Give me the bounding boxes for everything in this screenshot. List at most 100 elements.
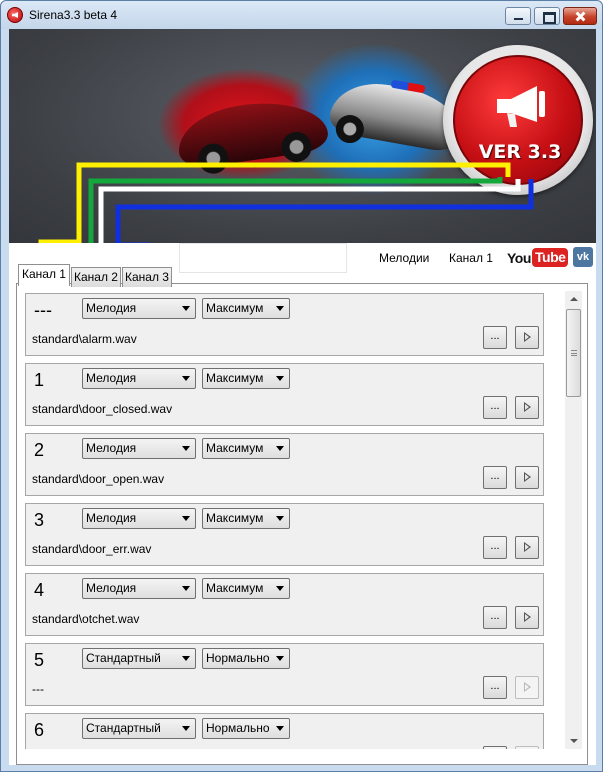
browse-button[interactable]: ... [483, 536, 507, 559]
browse-button[interactable]: ... [483, 676, 507, 699]
volume-dropdown[interactable]: Нормально [202, 718, 290, 739]
dropdown-value: Максимум [206, 301, 264, 315]
list-item: 1 Мелодия Максимум standard\door_closed.… [25, 363, 544, 426]
file-path: standard\door_closed.wav [32, 402, 173, 416]
event-number: 4 [34, 580, 45, 600]
chevron-down-icon [276, 656, 284, 661]
chevron-down-icon [182, 306, 190, 311]
chevron-down-icon [182, 656, 190, 661]
file-path: standard\door_err.wav [32, 542, 152, 556]
title-bar[interactable]: Sirena3.3 beta 4 [1, 1, 602, 29]
chevron-down-icon [276, 376, 284, 381]
dropdown-value: Максимум [206, 581, 264, 595]
dropdown-value: Мелодия [86, 371, 137, 385]
chevron-down-icon [276, 586, 284, 591]
dropdown-value: Мелодия [86, 441, 137, 455]
browse-button[interactable]: ... [483, 466, 507, 489]
maximize-button[interactable] [534, 7, 560, 25]
scroll-up-arrow-icon[interactable] [565, 291, 582, 308]
tab-channel-1[interactable]: Канал 1 [18, 264, 70, 286]
play-button[interactable] [515, 746, 539, 749]
sound-type-dropdown[interactable]: Мелодия [82, 508, 196, 529]
event-number: 6 [34, 720, 45, 740]
sound-type-dropdown[interactable]: Мелодия [82, 298, 196, 319]
dropdown-value: Мелодия [86, 511, 137, 525]
volume-dropdown[interactable]: Максимум [202, 508, 290, 529]
dropdown-value: Нормально [206, 651, 270, 665]
volume-dropdown[interactable]: Максимум [202, 298, 290, 319]
list-item: 6 Стандартный Нормально ... [25, 713, 544, 749]
play-icon [524, 612, 531, 622]
chevron-down-icon [182, 726, 190, 731]
play-icon [524, 542, 531, 552]
browse-button[interactable]: ... [483, 396, 507, 419]
dropdown-value: Мелодия [86, 581, 137, 595]
volume-dropdown[interactable]: Максимум [202, 368, 290, 389]
sound-type-dropdown[interactable]: Мелодия [82, 438, 196, 459]
scrollbar-thumb[interactable] [566, 309, 581, 397]
event-number: 5 [34, 650, 45, 670]
vk-icon[interactable]: vk [573, 247, 593, 267]
sound-type-dropdown[interactable]: Мелодия [82, 578, 196, 599]
play-button[interactable] [515, 326, 539, 349]
chevron-down-icon [182, 516, 190, 521]
sound-type-dropdown[interactable]: Стандартный [82, 718, 196, 739]
youtube-icon[interactable]: You Tube [507, 247, 569, 269]
file-path: standard\alarm.wav [32, 332, 137, 346]
list-item: 3 Мелодия Максимум standard\door_err.wav… [25, 503, 544, 566]
play-button[interactable] [515, 606, 539, 629]
header-blank-panel [179, 243, 347, 273]
grip-icon [571, 350, 577, 356]
vertical-scrollbar[interactable] [565, 291, 582, 749]
dropdown-value: Максимум [206, 441, 264, 455]
dropdown-value: Стандартный [86, 721, 161, 735]
dropdown-value: Максимум [206, 371, 264, 385]
list-item: 5 Стандартный Нормально --- ... [25, 643, 544, 706]
dropdown-value: Мелодия [86, 301, 137, 315]
file-path: --- [32, 682, 44, 696]
tab-channel-3[interactable]: Канал 3 [122, 267, 172, 287]
app-icon[interactable] [7, 7, 23, 23]
play-button[interactable] [515, 396, 539, 419]
play-icon [524, 472, 531, 482]
sound-rows-list: --- Мелодия Максимум standard\alarm.wav … [25, 291, 585, 749]
tab-channel-2[interactable]: Канал 2 [71, 267, 121, 287]
dropdown-value: Максимум [206, 511, 264, 525]
minimize-button[interactable] [505, 7, 531, 25]
list-item: 2 Мелодия Максимум standard\door_open.wa… [25, 433, 544, 496]
volume-dropdown[interactable]: Нормально [202, 648, 290, 669]
melodies-link[interactable]: Мелодии [379, 251, 429, 265]
volume-dropdown[interactable]: Максимум [202, 438, 290, 459]
list-item: 4 Мелодия Максимум standard\otchet.wav .… [25, 573, 544, 636]
browse-button[interactable]: ... [483, 746, 507, 749]
window-title: Sirena3.3 beta 4 [29, 8, 118, 22]
app-window: Sirena3.3 beta 4 VER 3.3 Мелодии Канал 1… [0, 0, 603, 772]
channel1-link[interactable]: Канал 1 [449, 251, 493, 265]
scroll-down-arrow-icon[interactable] [565, 732, 582, 749]
play-button[interactable] [515, 466, 539, 489]
youtube-tube-text: Tube [532, 248, 569, 267]
chevron-down-icon [182, 586, 190, 591]
event-number: --- [34, 300, 52, 320]
dropdown-value: Стандартный [86, 651, 161, 665]
chevron-down-icon [182, 446, 190, 451]
play-button[interactable] [515, 536, 539, 559]
chevron-down-icon [276, 446, 284, 451]
sound-type-dropdown[interactable]: Стандартный [82, 648, 196, 669]
browse-button[interactable]: ... [483, 326, 507, 349]
play-icon [524, 402, 531, 412]
sound-type-dropdown[interactable]: Мелодия [82, 368, 196, 389]
browse-button[interactable]: ... [483, 606, 507, 629]
chevron-down-icon [276, 726, 284, 731]
close-button[interactable] [563, 7, 597, 25]
file-path: standard\otchet.wav [32, 612, 140, 626]
event-number: 3 [34, 510, 45, 530]
chevron-down-icon [182, 376, 190, 381]
chevron-down-icon [276, 516, 284, 521]
play-button[interactable] [515, 676, 539, 699]
chevron-down-icon [276, 306, 284, 311]
file-path: standard\door_open.wav [32, 472, 165, 486]
volume-dropdown[interactable]: Максимум [202, 578, 290, 599]
event-number: 1 [34, 370, 45, 390]
youtube-you-text: You [507, 250, 531, 266]
